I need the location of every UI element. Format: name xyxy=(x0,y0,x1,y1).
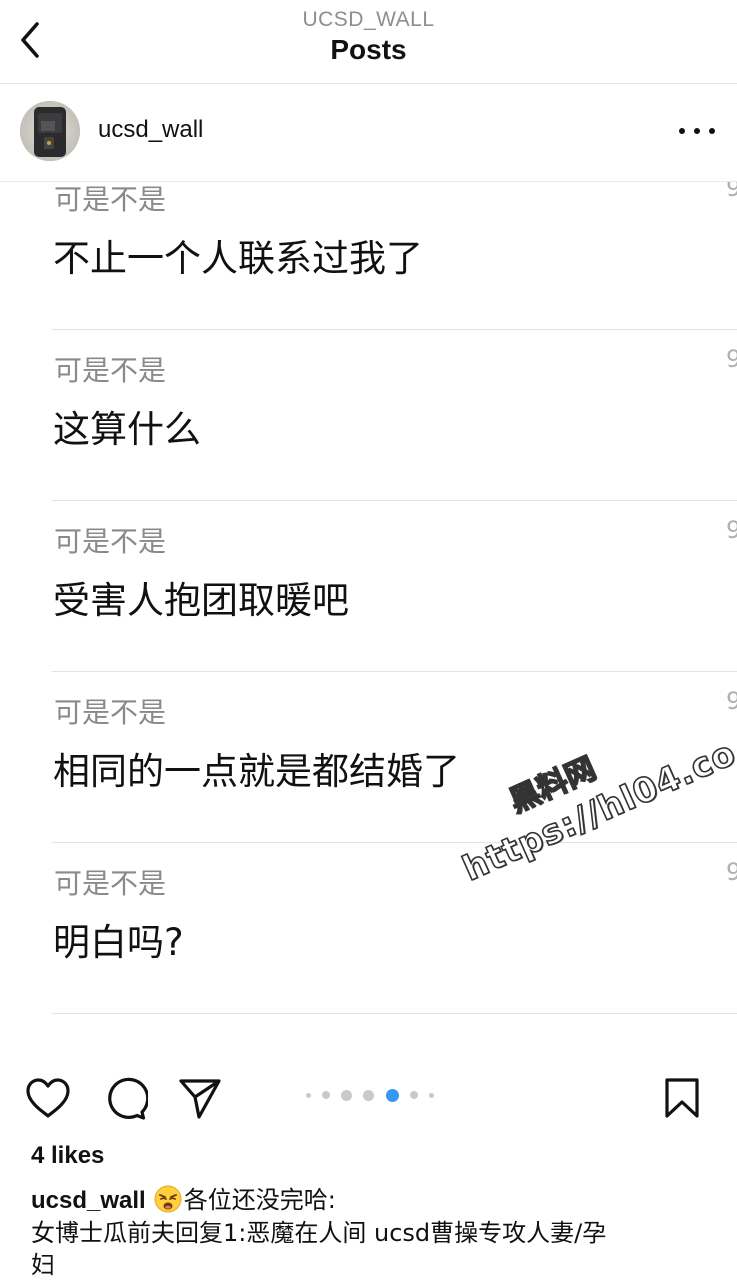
message-sender: 可是不是 xyxy=(54,867,167,900)
message-sender: 可是不是 xyxy=(54,354,167,387)
message-text: 这算什么 xyxy=(53,408,201,451)
message-text: 相同的一点就是都结婚了 xyxy=(53,750,460,793)
chat-message: 可是不是 明白吗? 9 xyxy=(0,844,737,1014)
page-kicker: UCSD_WALL xyxy=(302,8,435,31)
message-time: 9 xyxy=(726,687,737,715)
carousel-dot-active xyxy=(385,1088,399,1102)
caption-line-3: 妇 xyxy=(31,1251,55,1279)
message-sender: 可是不是 xyxy=(54,696,167,729)
message-time: 9 xyxy=(726,345,737,373)
message-sender: 可是不是 xyxy=(54,183,167,216)
message-time: 9 xyxy=(726,858,737,886)
carousel-dot xyxy=(341,1089,353,1101)
likes-count[interactable]: 4 likes xyxy=(31,1142,104,1170)
more-horizontal-icon xyxy=(679,128,685,134)
chat-message: 可是不是 相同的一点就是都结婚了 9 xyxy=(0,673,737,843)
send-icon xyxy=(179,1079,221,1119)
account-username[interactable]: ucsd_wall xyxy=(98,116,203,144)
carousel-dot xyxy=(322,1091,331,1099)
message-text: 受害人抱团取暖吧 xyxy=(53,579,349,622)
message-divider xyxy=(52,329,737,330)
top-bar: UCSD_WALL Posts xyxy=(0,0,737,84)
avatar[interactable] xyxy=(20,101,80,161)
message-divider xyxy=(52,1013,737,1014)
bookmark-icon xyxy=(665,1078,699,1118)
message-sender: 可是不是 xyxy=(54,525,167,558)
post-caption: ucsd_wall 各位还没完哈: 女博士瓜前夫回复1:恶魔在人间 ucsd曹操… xyxy=(31,1184,711,1281)
message-divider xyxy=(52,500,737,501)
avatar-image xyxy=(20,101,80,161)
message-text: 明白吗? xyxy=(53,921,184,964)
comment-icon xyxy=(108,1077,148,1120)
carousel-indicator xyxy=(306,1088,434,1102)
carousel-dot xyxy=(363,1089,375,1101)
caption-username[interactable]: ucsd_wall xyxy=(31,1187,146,1214)
comment-button[interactable] xyxy=(101,1074,149,1122)
caption-line-1: 各位还没完哈: xyxy=(183,1186,336,1214)
message-divider xyxy=(52,842,737,843)
share-button[interactable] xyxy=(176,1074,224,1122)
carousel-dot xyxy=(428,1092,434,1098)
heart-icon xyxy=(26,1078,70,1118)
action-bar xyxy=(0,1062,737,1132)
chat-message: 可是不是 不止一个人联系过我了 9 xyxy=(0,182,737,330)
post-image[interactable]: 可是不是 不止一个人联系过我了 9 可是不是 这算什么 9 可是不是 受害人抱团… xyxy=(0,182,737,1040)
chat-message: 可是不是 受害人抱团取暖吧 9 xyxy=(0,502,737,672)
post-header: ucsd_wall xyxy=(0,84,737,182)
message-time: 9 xyxy=(726,516,737,544)
message-text: 不止一个人联系过我了 xyxy=(53,237,423,280)
like-button[interactable] xyxy=(24,1074,72,1122)
carousel-dot xyxy=(409,1091,418,1099)
weary-face-emoji xyxy=(154,1185,182,1213)
caption-line-2: 女博士瓜前夫回复1:恶魔在人间 ucsd曹操专攻人妻/孕 xyxy=(31,1219,607,1247)
message-divider xyxy=(52,671,737,672)
page-title: Posts xyxy=(330,34,407,65)
message-time: 9 xyxy=(726,182,737,202)
save-button[interactable] xyxy=(658,1074,706,1122)
chat-message: 可是不是 这算什么 9 xyxy=(0,331,737,501)
more-options-button[interactable] xyxy=(679,120,715,142)
carousel-dot xyxy=(306,1092,311,1098)
